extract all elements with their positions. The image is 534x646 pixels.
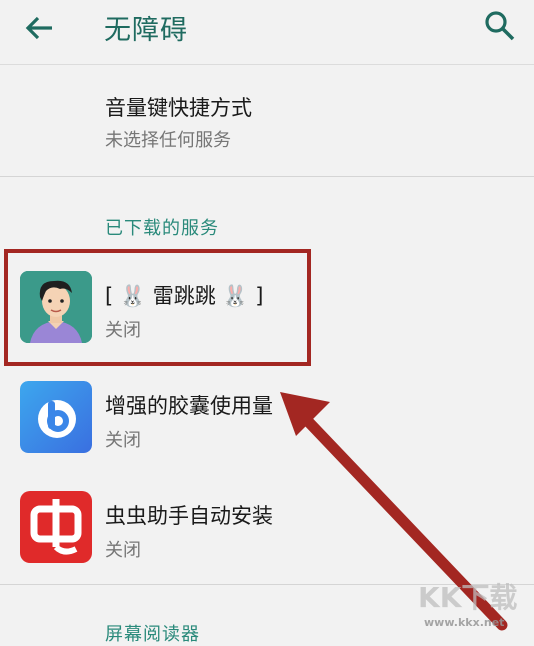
chongchong-icon [20,491,92,563]
arrow-left-icon [25,16,52,40]
service-item-chongchong[interactable]: 虫虫助手自动安装 关闭 [0,474,534,584]
section-header-screen-reader: 屏幕阅读器 [105,624,200,645]
page-title: 无障碍 [104,15,188,46]
volume-shortcut-item[interactable]: 音量键快捷方式 未选择任何服务 [0,64,534,176]
item-title: 增强的胶囊使用量 [105,394,273,418]
item-title: 虫虫助手自动安装 [105,504,273,528]
item-subtitle: 未选择任何服务 [105,130,231,151]
watermark-url: www.kkx.net [424,616,505,629]
item-status: 关闭 [105,430,141,451]
search-button[interactable] [480,6,520,46]
service-item-capsule[interactable]: 增强的胶囊使用量 关闭 [0,364,534,474]
item-status: 关闭 [105,540,141,561]
section-header-downloaded: 已下载的服务 [105,218,219,239]
highlight-box [4,249,311,366]
search-icon [485,11,515,41]
back-button[interactable] [22,10,58,46]
app-bar: 无障碍 [0,0,534,65]
watermark-logo: KK下载 [418,581,518,614]
divider [0,176,534,177]
bixby-b-icon [20,381,92,453]
item-title: 音量键快捷方式 [105,96,252,120]
